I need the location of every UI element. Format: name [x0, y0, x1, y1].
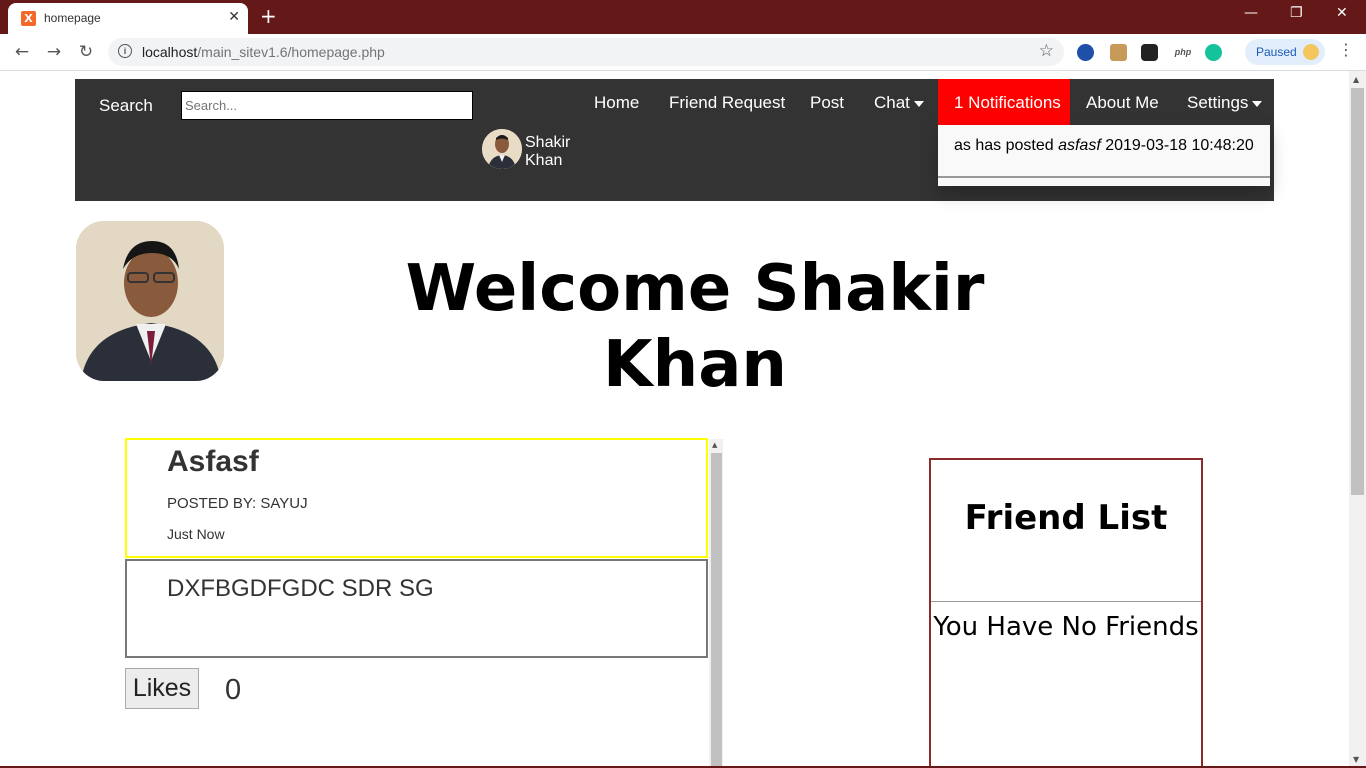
back-arrow-icon[interactable]: ← — [10, 40, 34, 64]
browser-toolbar: ← → ↻ i localhost/main_sitev1.6/homepage… — [0, 34, 1366, 71]
scroll-down-icon[interactable]: ▼ — [1353, 755, 1359, 764]
notifications-dropdown: as has posted asfasf 2019-03-18 10:48:20 — [938, 125, 1270, 186]
browser-tab-bar: X homepage ✕ + — ❐ ✕ — [0, 0, 1366, 34]
nav-about-link[interactable]: About Me — [1086, 93, 1159, 113]
post-scroll-thumb[interactable] — [711, 453, 722, 768]
scroll-up-icon[interactable]: ▲ — [1353, 75, 1359, 84]
post-title[interactable]: Asfasf — [167, 445, 259, 479]
search-input[interactable] — [181, 91, 473, 120]
url-path: /main_sitev1.6/homepage.php — [197, 44, 385, 60]
nav-user-first-name: Shakir — [525, 134, 571, 151]
restore-icon[interactable]: ❐ — [1290, 5, 1303, 21]
tab-title: homepage — [44, 11, 101, 25]
friend-list-title: Friend List — [964, 498, 1168, 538]
nav-user-name[interactable]: Shakir Khan — [525, 134, 585, 170]
nav-home-link[interactable]: Home — [594, 93, 639, 113]
minimize-icon[interactable]: — — [1244, 5, 1258, 21]
extension-incognito-icon[interactable] — [1141, 44, 1158, 61]
friend-list-panel: Friend List You Have No Friends — [929, 458, 1203, 768]
profile-avatar-icon — [1303, 44, 1319, 60]
site-info-icon[interactable]: i — [118, 44, 132, 58]
welcome-line-1: Welcome Shakir — [405, 252, 985, 326]
notification-post-title: asfasf — [1058, 137, 1101, 154]
extension-toolbox-icon[interactable] — [1110, 44, 1127, 61]
post-body-text: DXFBGDFGDC SDR SG — [167, 575, 434, 602]
page-scrollbar[interactable]: ▲ ▼ — [1349, 71, 1366, 768]
nav-friend-request-link[interactable]: Friend Request — [669, 93, 785, 113]
bookmark-star-icon[interactable]: ☆ — [1039, 41, 1054, 61]
post-time: Just Now — [167, 526, 225, 542]
welcome-line-2: Khan — [603, 328, 787, 402]
page-scroll-thumb[interactable] — [1351, 88, 1364, 495]
nav-settings-label: Settings — [1187, 93, 1249, 112]
friend-list-divider — [931, 601, 1201, 602]
extension-grammarly-icon[interactable] — [1205, 44, 1222, 61]
close-window-icon[interactable]: ✕ — [1336, 5, 1348, 21]
post-body-card: DXFBGDFGDC SDR SG — [125, 559, 708, 658]
settings-caret-down-icon — [1252, 100, 1263, 107]
browser-tab-homepage[interactable]: X homepage ✕ — [8, 3, 248, 34]
notification-item[interactable]: as has posted asfasf 2019-03-18 10:48:20 — [954, 137, 1254, 155]
likes-count: 0 — [225, 674, 242, 706]
extension-php-icon[interactable]: php — [1172, 44, 1194, 61]
nav-post-link[interactable]: Post — [810, 93, 844, 113]
nav-chat-dropdown[interactable]: Chat — [874, 93, 924, 113]
notification-divider — [938, 176, 1270, 178]
browser-menu-icon[interactable]: ⋮ — [1338, 40, 1354, 59]
notification-prefix: as has posted — [954, 137, 1059, 154]
post-author: POSTED BY: SAYUJ — [167, 495, 308, 512]
profile-paused-button[interactable]: Paused — [1245, 39, 1325, 65]
xampp-favicon-icon: X — [21, 11, 36, 26]
paused-label: Paused — [1256, 45, 1297, 59]
url-host: localhost — [142, 44, 198, 60]
extension-globe-icon[interactable] — [1077, 44, 1094, 61]
page-viewport: Search Home Friend Request Post Chat 1 N… — [0, 71, 1366, 768]
new-tab-icon[interactable]: + — [260, 4, 277, 28]
notifications-label: 1 Notifications — [954, 93, 1061, 112]
notification-timestamp: 2019-03-18 10:48:20 — [1100, 137, 1254, 154]
profile-picture — [76, 221, 224, 381]
address-url[interactable]: localhost/main_sitev1.6/homepage.php — [142, 44, 385, 60]
nav-user-avatar[interactable] — [482, 129, 522, 169]
post-scroll-up-icon[interactable]: ▲ — [712, 441, 717, 449]
search-label: Search — [99, 96, 153, 115]
nav-settings-dropdown[interactable]: Settings — [1187, 93, 1263, 113]
address-bar[interactable]: i localhost/main_sitev1.6/homepage.php ☆ — [108, 38, 1064, 66]
chat-caret-down-icon — [913, 100, 924, 107]
forward-arrow-icon[interactable]: → — [42, 40, 66, 64]
tab-close-icon[interactable]: ✕ — [228, 9, 240, 25]
like-button[interactable]: Likes — [125, 668, 199, 709]
reload-icon[interactable]: ↻ — [74, 40, 98, 64]
post-scrollbar[interactable]: ▲ — [709, 439, 723, 768]
friend-list-empty-message: You Have No Friends — [933, 612, 1199, 642]
welcome-heading: Welcome Shakir Khan — [330, 251, 1060, 403]
nav-chat-label: Chat — [874, 93, 910, 112]
post-header-card: Asfasf POSTED BY: SAYUJ Just Now — [125, 438, 708, 558]
nav-notifications-button[interactable]: 1 Notifications — [938, 79, 1070, 125]
nav-user-last-name: Khan — [525, 152, 563, 169]
